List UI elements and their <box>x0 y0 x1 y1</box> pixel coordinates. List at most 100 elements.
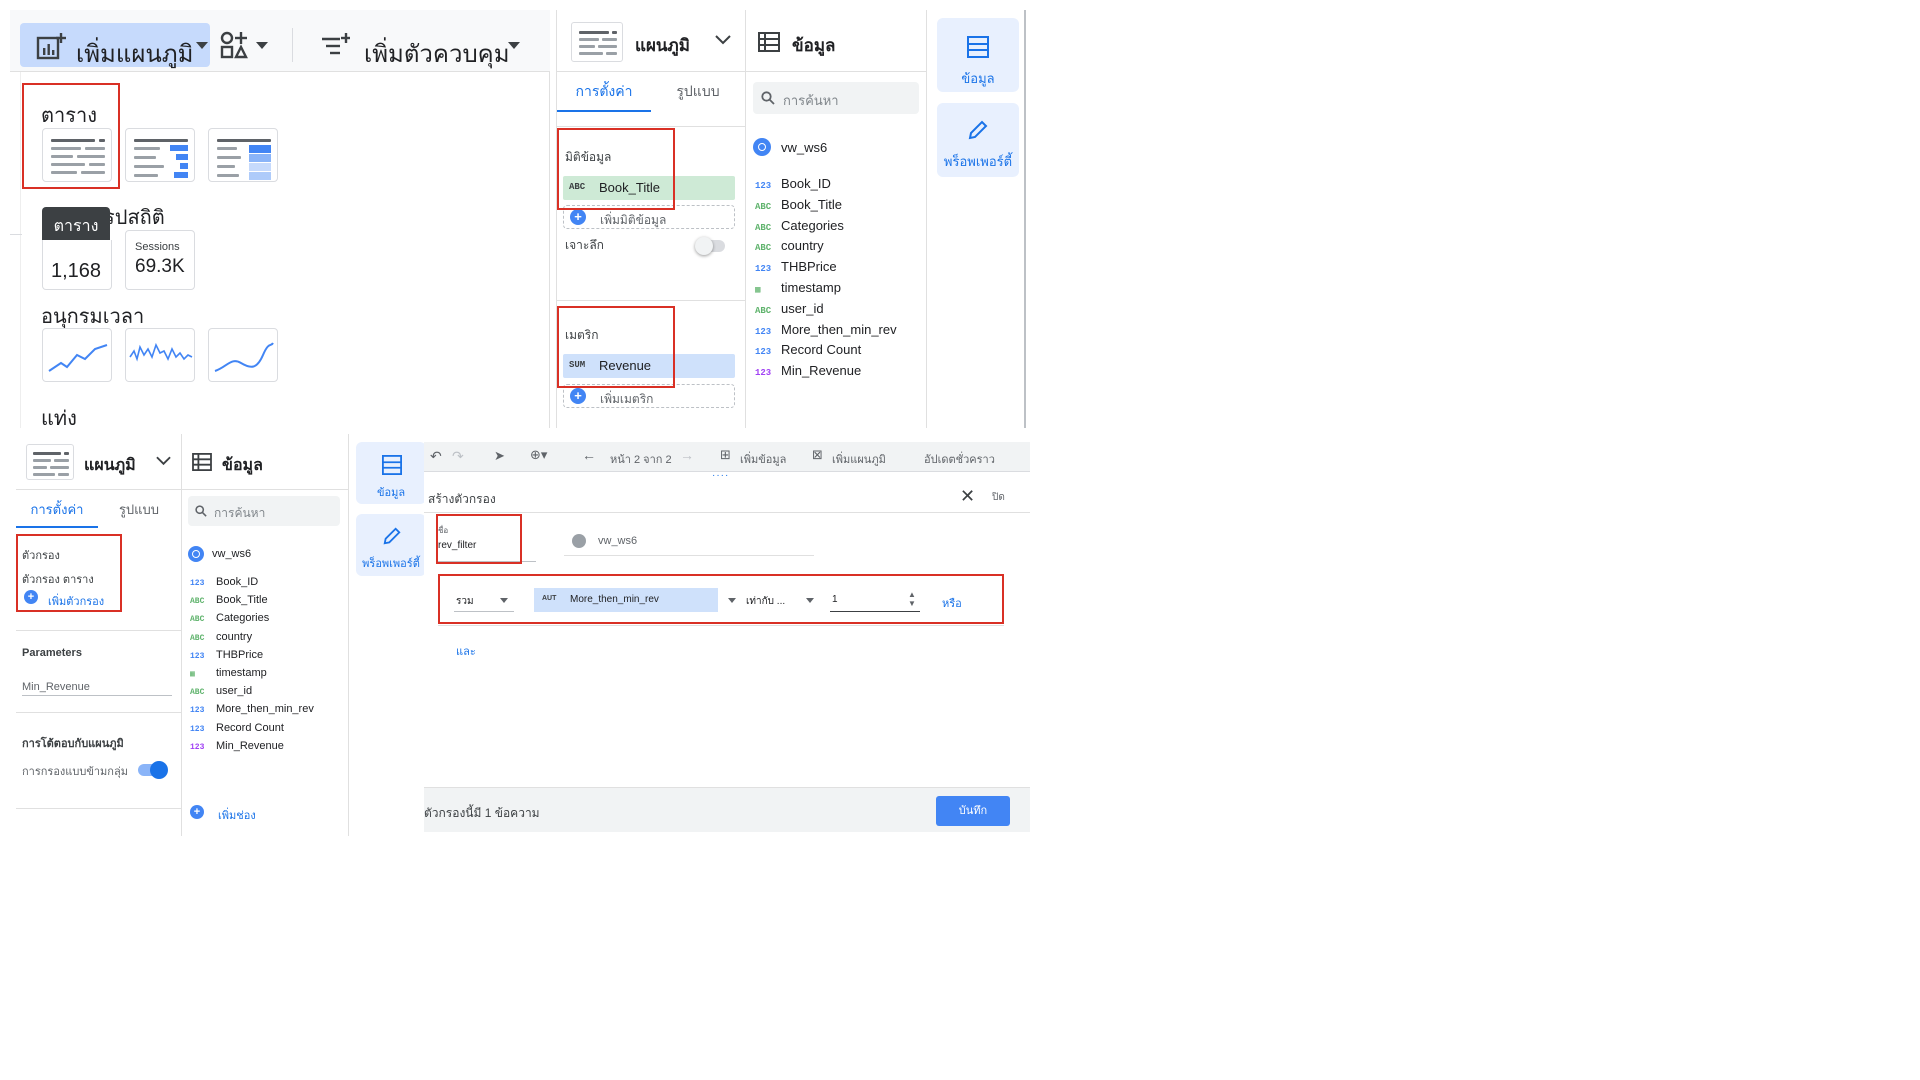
add-data-label[interactable]: เพิ่มข้อมูล <box>740 450 786 468</box>
toolbar-divider <box>292 28 293 62</box>
tab-setup[interactable]: การตั้งค่า <box>16 494 98 528</box>
side-props-button[interactable]: พร็อพเพอร์ตี้ <box>356 514 426 576</box>
highlight-table-section <box>22 83 120 189</box>
field-item[interactable]: 123 Record Count <box>755 342 861 357</box>
field-name: THBPrice <box>216 648 264 661</box>
field-item[interactable]: 123 THBPrice <box>190 649 263 661</box>
undo-icon[interactable]: ↶ <box>430 448 442 465</box>
chart-thumb-smooth-line[interactable] <box>208 328 278 382</box>
field-item[interactable]: 123 Min_Revenue <box>755 363 861 378</box>
tab-style[interactable]: รูปแบบ <box>98 494 180 528</box>
field-type-icon: ABC <box>755 305 772 316</box>
field-item[interactable]: ABC Categories <box>190 612 269 624</box>
field-item[interactable]: ABC country <box>755 238 824 253</box>
search-icon <box>761 91 775 105</box>
datasource-select[interactable]: vw_ws6 <box>564 528 814 556</box>
interaction-label: การโต้ตอบกับแผนภูมิ <box>22 738 124 750</box>
chart-thumb-timeseries[interactable] <box>42 328 112 382</box>
field-item[interactable]: ABC user_id <box>755 301 824 316</box>
side-data-button[interactable]: ข้อมูล <box>937 18 1019 92</box>
editor-toolbar: ↶ ↷ ➤ ⊕▾ ← หน้า 2 จาก 2 → ⊞ เพิ่มข้อมูล … <box>424 442 1030 472</box>
datasource-icon-inner <box>758 143 766 151</box>
field-item[interactable]: 123 THBPrice <box>755 259 837 274</box>
field-name: Book_ID <box>781 176 831 191</box>
parameter-min-revenue[interactable]: Min_Revenue <box>22 678 172 696</box>
add-chart-label: เพิ่มแผนภูมิ <box>76 41 194 68</box>
search-placeholder: การค้นหา <box>783 93 839 108</box>
field-item[interactable]: 123 Book_ID <box>190 576 258 588</box>
chart-thumb-sparkline[interactable] <box>125 328 195 382</box>
add-metric-label: เพิ่มเมตริก <box>600 392 654 406</box>
chart-header[interactable]: แผนภูมิ <box>16 434 181 490</box>
datasource-row[interactable]: vw_ws6 <box>188 546 338 564</box>
field-item[interactable]: ABC Categories <box>755 218 844 233</box>
prev-page-icon[interactable]: ← <box>582 447 596 463</box>
field-name: Record Count <box>781 342 862 358</box>
data-table-icon <box>192 453 212 471</box>
chevron-down-icon <box>715 35 731 45</box>
dialog-title: สร้างตัวกรอง <box>428 492 496 506</box>
side-data-label: ข้อมูล <box>376 487 406 499</box>
search-input[interactable]: การค้นหา <box>188 496 340 526</box>
field-item[interactable]: 123 More_then_min_rev <box>755 322 897 337</box>
next-page-icon[interactable]: → <box>680 447 694 463</box>
zoom-icon[interactable]: ⊕▾ <box>530 447 547 463</box>
add-component-button[interactable] <box>214 27 276 63</box>
refresh-label[interactable]: อัปเดตชั่วคราว <box>924 450 995 468</box>
field-name: country <box>216 630 253 643</box>
add-field-button[interactable]: + เพิ่มช่อง <box>190 804 340 822</box>
save-button[interactable]: บันทึก <box>936 796 1010 826</box>
field-type-icon: ABC <box>190 615 205 625</box>
field-name: country <box>781 238 824 254</box>
data-table-icon <box>758 32 780 52</box>
field-item[interactable]: ABC user_id <box>190 685 252 697</box>
drag-handle[interactable]: ···· <box>712 470 729 481</box>
select-icon[interactable]: ➤ <box>494 448 505 464</box>
field-item[interactable]: ABC country <box>190 631 252 643</box>
calendar-icon: ▦ <box>190 670 195 679</box>
search-input[interactable]: การค้นหา <box>753 82 919 114</box>
chart-thumb-table-heatmap[interactable] <box>208 128 278 182</box>
cross-filter-label: การกรองแบบข้ามกลุ่ม <box>22 766 128 778</box>
side-props-button[interactable]: พร็อพเพอร์ตี้ <box>937 103 1019 177</box>
field-item[interactable]: ABC Book_Title <box>755 197 842 212</box>
chart-thumb-table-bars[interactable] <box>125 128 195 182</box>
close-icon[interactable]: ✕ <box>960 486 975 507</box>
field-item[interactable]: 123 Book_ID <box>755 176 831 191</box>
chart-thumb-scorecard-compact[interactable]: Sessions 69.3K <box>125 230 195 290</box>
footer-text: ตัวกรองนี้มี 1 ข้อความ <box>424 806 540 820</box>
field-name: THBPrice <box>781 259 837 275</box>
add-control-button[interactable]: เพิ่มตัวควบคุม <box>308 23 538 68</box>
add-chart-button[interactable]: เพิ่มแผนภูมิ <box>20 23 210 68</box>
field-item[interactable]: ABC Book_Title <box>190 594 268 606</box>
drill-down-toggle[interactable] <box>695 237 725 255</box>
redo-icon[interactable]: ↷ <box>452 448 464 465</box>
highlight-condition <box>438 574 1004 624</box>
tab-style[interactable]: รูปแบบ <box>651 72 745 112</box>
field-item[interactable]: 123 More_then_min_rev <box>190 703 314 715</box>
table-chart-icon <box>26 444 74 480</box>
field-item[interactable]: ▦ timestamp <box>755 280 841 295</box>
field-item[interactable]: 123 Record Count <box>190 722 284 734</box>
add-icon: + <box>570 388 586 404</box>
data-header: ข้อมูล <box>182 434 348 490</box>
scorecard-label: Sessions <box>135 241 180 253</box>
scorecard-value: 1,168 <box>51 260 102 282</box>
tab-setup[interactable]: การตั้งค่า <box>557 72 651 112</box>
cross-filter-toggle[interactable] <box>138 761 168 779</box>
add-chart-icon <box>36 33 66 60</box>
add-data-icon[interactable]: ⊞ <box>720 447 731 463</box>
field-item[interactable]: 123 Min_Revenue <box>190 740 284 752</box>
datasource-row[interactable]: vw_ws6 <box>753 138 919 158</box>
side-data-button[interactable]: ข้อมูล <box>356 442 426 504</box>
chart-setup-panel: แผนภูมิ การตั้งค่า รูปแบบ มิติข้อมูล ABC… <box>556 10 1026 428</box>
chart-header[interactable]: แผนภูมิ <box>557 10 745 72</box>
and-button[interactable]: และ <box>456 642 476 660</box>
chart-thumb-scorecard[interactable]: 1,168 <box>42 240 112 290</box>
field-type-icon: ABC <box>190 597 205 607</box>
highlight-filter-name <box>436 514 522 564</box>
add-chart-label[interactable]: เพิ่มแผนภูมิ <box>832 450 886 468</box>
close-label[interactable]: ปิด <box>992 490 1005 505</box>
field-item[interactable]: ▦ timestamp <box>190 667 267 679</box>
add-chart-icon[interactable]: ⊠ <box>812 447 823 463</box>
